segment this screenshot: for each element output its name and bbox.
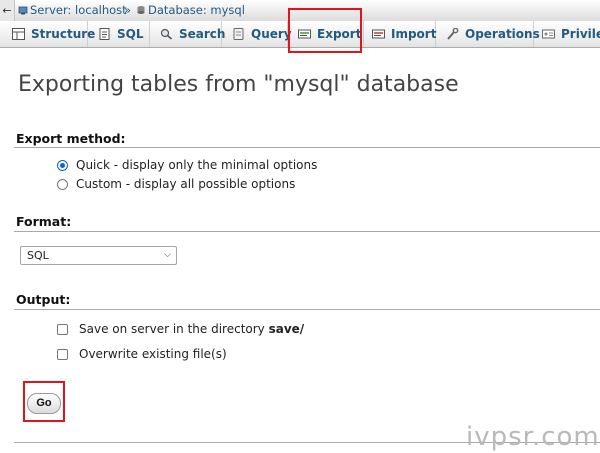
radio-custom[interactable] xyxy=(57,179,68,190)
save-on-server-checkbox[interactable] xyxy=(57,324,68,335)
breadcrumb-server[interactable]: Server: localhost xyxy=(18,0,127,21)
import-icon xyxy=(372,29,385,39)
export-method-divider xyxy=(14,147,600,148)
radio-custom-option[interactable]: Custom - display all possible options xyxy=(57,176,295,192)
collapse-arrow-icon[interactable]: ← xyxy=(0,0,15,21)
tab-structure[interactable]: Structure xyxy=(0,21,95,47)
tab-search-label: Search xyxy=(179,27,226,41)
breadcrumb-server-label: Server: localhost xyxy=(30,3,127,17)
radio-quick-option[interactable]: Quick - display only the minimal options xyxy=(57,157,317,173)
format-heading: Format: xyxy=(16,214,72,229)
tab-structure-label: Structure xyxy=(31,27,96,41)
query-icon xyxy=(233,28,244,40)
export-tab-highlight xyxy=(288,8,362,53)
radio-quick[interactable] xyxy=(57,160,68,171)
export-method-heading: Export method: xyxy=(16,131,126,146)
tab-import[interactable]: Import xyxy=(364,21,436,47)
tab-privileges[interactable]: Privileges xyxy=(534,21,600,47)
tab-sql-label: SQL xyxy=(117,27,144,41)
format-select[interactable]: SQL ⌵ xyxy=(20,246,177,265)
radio-custom-label: Custom - display all possible options xyxy=(76,177,296,191)
breadcrumb-database-label: Database: mysql xyxy=(148,3,245,17)
go-button-highlight xyxy=(23,381,65,422)
privileges-icon xyxy=(542,29,555,39)
tab-import-label: Import xyxy=(391,27,437,41)
format-divider xyxy=(14,231,600,232)
format-select-value: SQL xyxy=(27,249,49,262)
save-directory: save/ xyxy=(268,322,305,336)
output-divider xyxy=(14,309,600,310)
page-title: Exporting tables from "mysql" database xyxy=(18,72,459,97)
server-icon xyxy=(18,6,28,15)
breadcrumb-database[interactable]: Database: mysql xyxy=(136,0,245,21)
operations-icon xyxy=(447,28,459,40)
tab-search[interactable]: Search xyxy=(150,21,226,47)
structure-icon xyxy=(12,28,25,40)
chevron-down-icon: ⌵ xyxy=(164,250,171,260)
database-icon xyxy=(137,6,145,14)
watermark: ivpsr.com xyxy=(466,422,600,452)
overwrite-option[interactable]: Overwrite existing file(s) xyxy=(57,346,227,362)
tab-privileges-label: Privileges xyxy=(561,27,600,41)
save-on-server-option[interactable]: Save on server in the directory save/ xyxy=(57,321,304,337)
overwrite-label: Overwrite existing file(s) xyxy=(79,347,227,361)
search-icon xyxy=(160,28,173,40)
radio-quick-label: Quick - display only the minimal options xyxy=(76,158,318,172)
tab-operations[interactable]: Operations xyxy=(436,21,540,47)
tab-query[interactable]: Query xyxy=(222,21,292,47)
breadcrumb-separator: » xyxy=(124,3,132,17)
output-heading: Output: xyxy=(16,292,71,307)
overwrite-checkbox[interactable] xyxy=(57,349,68,360)
tab-query-label: Query xyxy=(251,27,292,41)
tab-sql[interactable]: SQL xyxy=(88,21,150,47)
save-on-server-label: Save on server in the directory xyxy=(79,322,265,336)
tab-operations-label: Operations xyxy=(465,27,540,41)
sql-icon xyxy=(99,28,110,40)
